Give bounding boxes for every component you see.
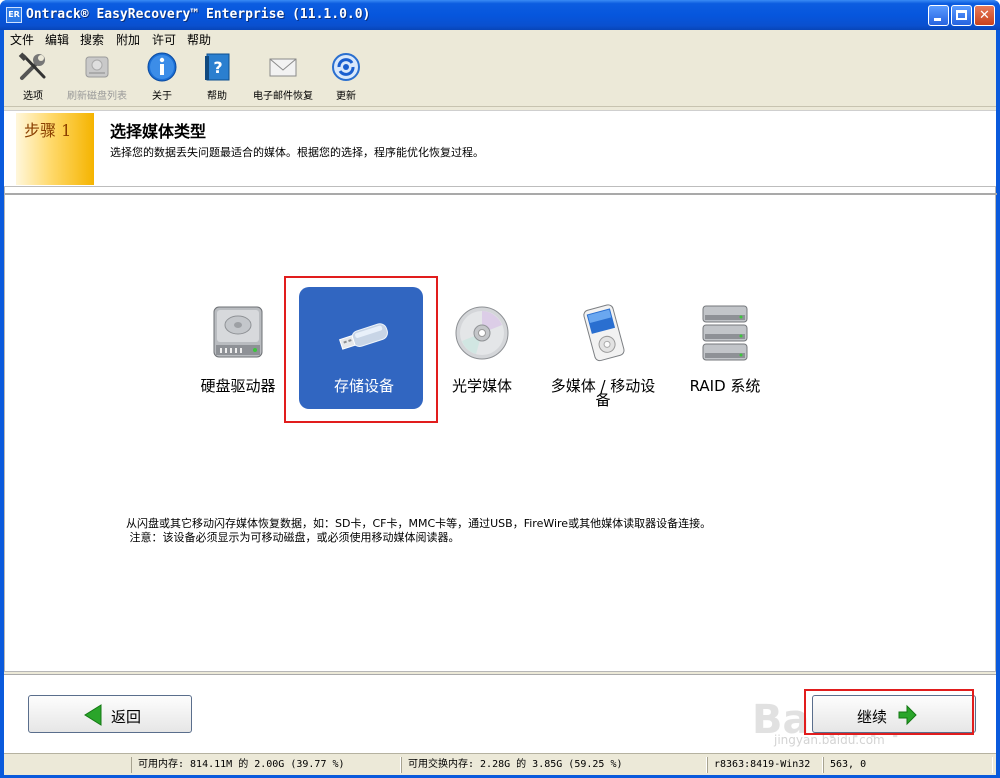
- hard-drive-icon: [213, 306, 263, 358]
- media-option-label: 硬盘驱动器: [200, 377, 276, 395]
- watermark-url: jingyan.baidu.com: [774, 733, 885, 747]
- media-option-label: 光学媒体: [451, 377, 512, 395]
- status-build: r8363:8419-Win32: [707, 757, 823, 773]
- status-coords: 563, 0: [823, 757, 993, 773]
- menu-help[interactable]: 帮助: [187, 31, 211, 48]
- help-book-icon: ?: [205, 53, 230, 81]
- optical-disc-icon: [455, 306, 509, 360]
- title-bar[interactable]: ER Ontrack® EasyRecovery™ Enterprise (11…: [0, 0, 1000, 30]
- wizard-navigation: 返回 Bai百科 jingyan.baidu.com 继续: [4, 674, 996, 753]
- toolbar-label: 电子邮件恢复: [253, 91, 313, 102]
- menu-bar: 文件 编辑 搜索 附加 许可 帮助: [4, 30, 996, 47]
- update-button[interactable]: 更新: [329, 51, 363, 102]
- menu-file[interactable]: 文件: [10, 31, 34, 48]
- maximize-button[interactable]: [951, 5, 972, 26]
- media-selection-panel: 硬盘驱动器 存储设备 光学媒体 多媒体 / 移动设备 RAID 系统 从闪盘或其…: [4, 187, 997, 672]
- maximize-icon: [956, 10, 967, 20]
- options-button[interactable]: 选项: [16, 51, 50, 102]
- media-option-label: RAID 系统: [689, 377, 761, 395]
- tools-icon: [18, 52, 46, 80]
- status-swap: 可用交换内存: 2.28G 的 3.85G (59.25 %): [401, 757, 707, 773]
- menu-edit[interactable]: 编辑: [45, 31, 69, 48]
- step-title: 选择媒体类型: [110, 122, 207, 141]
- info-icon: [147, 52, 177, 82]
- disk-refresh-icon: [85, 56, 109, 78]
- back-button-label: 返回: [111, 708, 142, 726]
- close-icon: ✕: [979, 8, 990, 23]
- close-button[interactable]: ✕: [974, 5, 995, 26]
- toolbar-label: 帮助: [207, 91, 227, 102]
- selection-outline: [284, 276, 438, 423]
- continue-highlight-outline: [804, 689, 974, 735]
- media-option-hard-drive[interactable]: 硬盘驱动器: [183, 297, 293, 417]
- toolbar-label: 更新: [336, 91, 356, 102]
- media-option-optical-media[interactable]: 光学媒体: [427, 297, 537, 417]
- status-bar: 可用内存: 814.11M 的 2.00G (39.77 %) 可用交换内存: …: [4, 753, 996, 775]
- step-description: 选择您的数据丢失问题最适合的媒体。根据您的选择，程序能优化恢复过程。: [110, 146, 484, 159]
- toolbar: 选项 刷新磁盘列表 关于 ? 帮助 电子邮件恢复 更新: [4, 47, 996, 107]
- about-button[interactable]: 关于: [145, 51, 179, 102]
- window-title: Ontrack® EasyRecovery™ Enterprise (11.1.…: [26, 7, 371, 22]
- media-option-label: 多媒体 / 移动设备: [550, 377, 656, 409]
- media-info-text: 从闪盘或其它移动闪存媒体恢复数据，如：SD卡，CF卡，MMC卡等，通过USB，F…: [126, 517, 711, 545]
- toolbar-label: 选项: [23, 91, 43, 102]
- help-button[interactable]: ? 帮助: [200, 51, 234, 102]
- arrow-left-icon: [84, 704, 102, 726]
- svg-text:?: ?: [213, 58, 222, 77]
- menu-addons[interactable]: 附加: [116, 31, 140, 48]
- info-line-2: 注意：该设备必须显示为可移动磁盘，或必须使用移动媒体阅读器。: [126, 531, 460, 544]
- menu-license[interactable]: 许可: [152, 31, 176, 48]
- back-button[interactable]: 返回: [28, 695, 192, 733]
- app-icon[interactable]: ER: [6, 7, 22, 23]
- minimize-icon: [934, 18, 941, 21]
- app-window: ER Ontrack® EasyRecovery™ Enterprise (11…: [0, 0, 1000, 778]
- minimize-button[interactable]: [928, 5, 949, 26]
- email-recovery-button[interactable]: 电子邮件恢复: [248, 51, 318, 102]
- media-option-multimedia-mobile[interactable]: 多媒体 / 移动设备: [548, 297, 658, 417]
- raid-icon: [702, 305, 748, 361]
- refresh-disk-list-button[interactable]: 刷新磁盘列表: [62, 51, 132, 102]
- envelope-icon: [269, 58, 297, 77]
- toolbar-label: 刷新磁盘列表: [67, 91, 127, 102]
- update-icon: [332, 53, 360, 81]
- step-number: 步骤 1: [24, 121, 72, 140]
- media-option-raid[interactable]: RAID 系统: [670, 297, 780, 417]
- status-memory: 可用内存: 814.11M 的 2.00G (39.77 %): [131, 757, 401, 773]
- toolbar-label: 关于: [152, 91, 172, 102]
- info-line-1: 从闪盘或其它移动闪存媒体恢复数据，如：SD卡，CF卡，MMC卡等，通过USB，F…: [126, 517, 712, 530]
- media-player-icon: [583, 304, 625, 362]
- client-area: 文件 编辑 搜索 附加 许可 帮助 选项 刷新磁盘列表 关于 ? 帮助 电子邮件…: [4, 30, 997, 775]
- menu-search[interactable]: 搜索: [80, 31, 104, 48]
- step-header: 步骤 1 选择媒体类型 选择您的数据丢失问题最适合的媒体。根据您的选择，程序能优…: [4, 110, 996, 187]
- divider: [5, 193, 997, 195]
- step-badge: 步骤 1: [16, 113, 94, 185]
